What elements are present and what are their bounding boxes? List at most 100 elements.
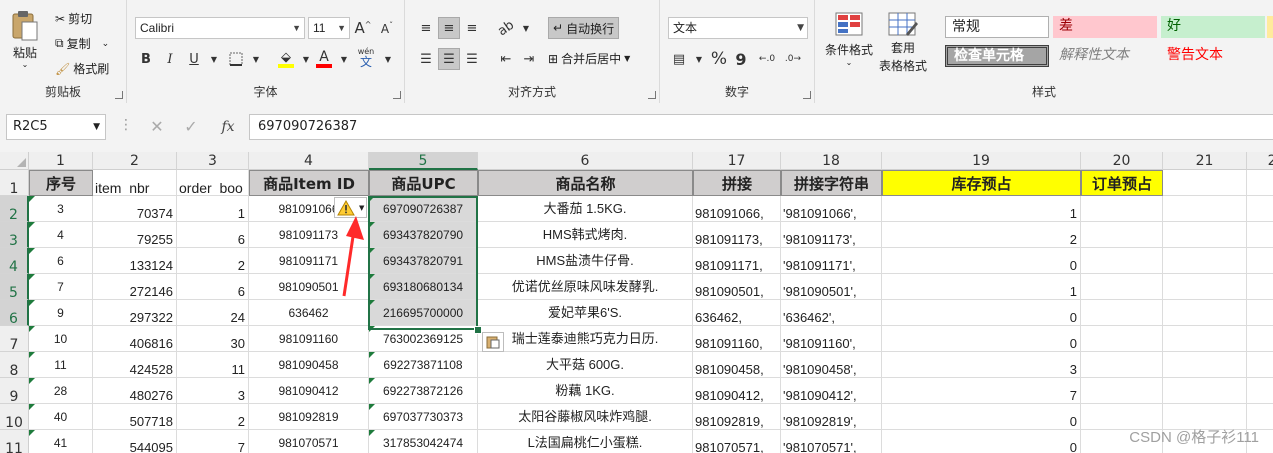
column-header-20[interactable]: 20 xyxy=(1081,152,1163,170)
border-dropdown[interactable]: ▼ xyxy=(245,48,267,70)
dialog-launcher-icon[interactable] xyxy=(393,91,401,99)
table-cell[interactable]: 11 xyxy=(177,352,249,378)
table-cell[interactable]: 981090412, xyxy=(693,378,781,404)
paste-options-button[interactable] xyxy=(482,332,504,352)
table-cell[interactable]: 692273872126 xyxy=(369,378,478,404)
row-header-1[interactable]: 1 xyxy=(0,170,29,197)
header-cell-5[interactable]: 商品名称 xyxy=(478,170,693,196)
table-cell[interactable] xyxy=(1081,326,1163,352)
row-header-6[interactable]: 6 xyxy=(0,300,29,327)
table-cell[interactable]: 216695700000 xyxy=(369,300,478,326)
empty-cell[interactable] xyxy=(1247,196,1273,222)
table-cell[interactable]: 7 xyxy=(29,274,93,300)
table-cell[interactable] xyxy=(1081,222,1163,248)
empty-cell[interactable] xyxy=(1163,378,1247,404)
table-cell[interactable]: 1 xyxy=(882,196,1081,222)
merge-center-button[interactable]: ⊞ 合并后居中 ▼ xyxy=(548,50,630,67)
table-cell[interactable]: '981091066', xyxy=(781,196,882,222)
empty-cell[interactable] xyxy=(1247,222,1273,248)
table-cell[interactable]: 981091160 xyxy=(249,326,369,352)
border-button[interactable] xyxy=(225,48,247,70)
style-neutral-partial[interactable] xyxy=(1267,16,1273,38)
table-cell[interactable]: 981090458, xyxy=(693,352,781,378)
table-cell[interactable]: '636462', xyxy=(781,300,882,326)
column-header-21[interactable]: 21 xyxy=(1163,152,1247,170)
table-cell[interactable] xyxy=(1081,274,1163,300)
table-cell[interactable]: '981090458', xyxy=(781,352,882,378)
percent-button[interactable]: % xyxy=(708,48,730,70)
table-cell[interactable]: '981091171', xyxy=(781,248,882,274)
accounting-format-button[interactable]: ▤ xyxy=(668,48,690,70)
table-cell[interactable]: 424528 xyxy=(93,352,177,378)
column-header-6[interactable]: 6 xyxy=(478,152,693,170)
table-cell[interactable]: 981090412 xyxy=(249,378,369,404)
table-cell[interactable]: 693180680134 xyxy=(369,274,478,300)
table-cell[interactable]: 981091171, xyxy=(693,248,781,274)
empty-cell[interactable] xyxy=(1247,300,1273,326)
underline-button[interactable]: U xyxy=(183,48,205,70)
table-cell[interactable]: 693437820790 xyxy=(369,222,478,248)
empty-cell[interactable] xyxy=(1247,170,1273,196)
table-cell[interactable]: 981092819 xyxy=(249,404,369,430)
table-cell[interactable]: 636462, xyxy=(693,300,781,326)
column-header-2[interactable]: 2 xyxy=(93,152,177,170)
italic-button[interactable]: I xyxy=(159,48,181,70)
table-cell[interactable]: '981090501', xyxy=(781,274,882,300)
empty-cell[interactable] xyxy=(1163,248,1247,274)
row-header-2[interactable]: 2 xyxy=(0,196,29,223)
header-cell-2[interactable]: order_boo xyxy=(177,170,249,196)
style-warning[interactable]: 警告文本 xyxy=(1161,45,1265,67)
table-cell[interactable]: 7 xyxy=(882,378,1081,404)
column-header-4[interactable]: 4 xyxy=(249,152,369,170)
table-cell[interactable]: 0 xyxy=(882,326,1081,352)
table-cell[interactable]: 544095 xyxy=(93,430,177,453)
header-cell-4[interactable]: 商品UPC xyxy=(369,170,478,196)
table-cell[interactable]: 697090726387 xyxy=(369,196,478,222)
style-normal[interactable]: 常规 xyxy=(945,16,1049,38)
table-cell[interactable]: 3 xyxy=(882,352,1081,378)
empty-cell[interactable] xyxy=(1163,326,1247,352)
bold-button[interactable]: B xyxy=(135,48,157,70)
increase-decimal-button[interactable]: ←.0 xyxy=(756,48,778,70)
empty-cell[interactable] xyxy=(1247,352,1273,378)
table-cell[interactable]: 636462 xyxy=(249,300,369,326)
row-header-3[interactable]: 3 xyxy=(0,222,29,249)
shrink-font-button[interactable]: Aˇ xyxy=(376,17,398,39)
table-cell[interactable]: 692273871108 xyxy=(369,352,478,378)
fill-handle[interactable] xyxy=(474,326,482,334)
insert-function-button[interactable]: fx xyxy=(216,116,240,138)
empty-cell[interactable] xyxy=(1163,352,1247,378)
grow-font-button[interactable]: A^ xyxy=(352,17,374,39)
table-cell[interactable]: 1 xyxy=(882,274,1081,300)
style-explanatory[interactable]: 解释性文本 xyxy=(1053,45,1157,67)
table-cell[interactable]: HMS韩式烤肉. xyxy=(478,222,693,248)
table-cell[interactable]: 4 xyxy=(29,222,93,248)
comma-style-button[interactable]: 9 xyxy=(730,48,752,70)
column-header-1[interactable]: 1 xyxy=(29,152,93,170)
table-cell[interactable]: 10 xyxy=(29,326,93,352)
table-cell[interactable]: 40 xyxy=(29,404,93,430)
phonetic-dropdown[interactable]: ▼ xyxy=(377,48,399,70)
row-header-11[interactable]: 11 xyxy=(0,430,29,453)
font-name-select[interactable]: Calibri ▼ xyxy=(135,17,305,39)
row-header-4[interactable]: 4 xyxy=(0,248,29,275)
table-cell[interactable]: '981091173', xyxy=(781,222,882,248)
number-format-select[interactable]: 文本 ▼ xyxy=(668,17,808,39)
empty-cell[interactable] xyxy=(1163,222,1247,248)
empty-cell[interactable] xyxy=(1163,274,1247,300)
dialog-launcher-icon[interactable] xyxy=(115,91,123,99)
format-painter-button[interactable]: 🖌 格式刷 xyxy=(55,60,109,77)
accounting-dropdown[interactable]: ▼ xyxy=(688,48,710,70)
underline-dropdown[interactable]: ▼ xyxy=(203,48,225,70)
table-cell[interactable]: 981090501, xyxy=(693,274,781,300)
table-cell[interactable]: 406816 xyxy=(93,326,177,352)
table-cell[interactable]: HMS盐渍牛仔骨. xyxy=(478,248,693,274)
select-all-corner[interactable] xyxy=(0,152,29,170)
empty-cell[interactable] xyxy=(1247,274,1273,300)
table-cell[interactable]: 981070571, xyxy=(693,430,781,453)
table-cell[interactable]: 粉藕 1KG. xyxy=(478,378,693,404)
enter-button[interactable]: ✓ xyxy=(180,116,202,138)
table-cell[interactable]: 24 xyxy=(177,300,249,326)
table-cell[interactable] xyxy=(1081,352,1163,378)
empty-cell[interactable] xyxy=(1163,300,1247,326)
